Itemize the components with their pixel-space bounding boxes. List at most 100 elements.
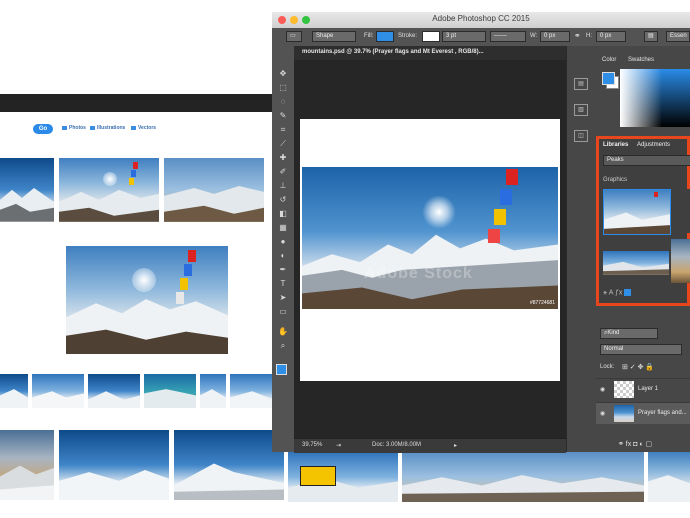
- lock-options-icons[interactable]: ⊞ ✓ ✥ 🔒: [622, 363, 654, 371]
- workspace-switcher[interactable]: Essen: [666, 31, 690, 42]
- result-thumbnail[interactable]: [0, 430, 54, 500]
- lasso-tool-icon[interactable]: ◌: [276, 96, 290, 107]
- library-select[interactable]: Peaks: [603, 155, 690, 166]
- layers-footer-icons[interactable]: ⚭ fx ◘ ◐ ▢: [618, 440, 652, 448]
- brush-tool-icon[interactable]: ✐: [276, 166, 290, 177]
- workspace-value: Essen: [670, 33, 687, 39]
- tab-libraries[interactable]: Libraries: [603, 142, 628, 148]
- blend-mode-select[interactable]: Normal: [600, 344, 682, 355]
- blur-tool-icon[interactable]: ●: [276, 236, 290, 247]
- color-asset-icon[interactable]: [624, 289, 632, 296]
- result-thumbnail[interactable]: [288, 452, 398, 502]
- document-tab-title: mountains.psd @ 39.7% (Prayer flags and …: [302, 49, 484, 55]
- result-thumbnail[interactable]: [144, 374, 196, 408]
- layer-name[interactable]: Layer 1: [638, 386, 658, 392]
- visibility-eye-icon[interactable]: ◉: [600, 410, 605, 417]
- layer-row[interactable]: ◉ Layer 1: [596, 378, 690, 400]
- properties-panel-icon[interactable]: ▥: [574, 104, 588, 116]
- history-brush-tool-icon[interactable]: ↺: [276, 194, 290, 205]
- result-thumbnail[interactable]: [648, 452, 690, 502]
- result-thumbnail[interactable]: [59, 430, 169, 500]
- eraser-tool-icon[interactable]: ◧: [276, 208, 290, 219]
- result-thumbnail[interactable]: [0, 374, 28, 408]
- result-thumbnail[interactable]: [402, 452, 644, 502]
- height-value: 0 px: [600, 33, 612, 39]
- zoom-tool-icon[interactable]: ⌕: [276, 340, 290, 351]
- link-icon[interactable]: ⚭: [574, 31, 581, 40]
- color-picker-field[interactable]: [620, 69, 690, 127]
- status-arrow-icon[interactable]: ▸: [454, 442, 457, 449]
- layer-filter-select[interactable]: ⌕Kind: [600, 328, 658, 339]
- prayer-flag: [188, 250, 196, 262]
- marquee-tool-icon[interactable]: ⬚: [276, 82, 290, 93]
- featured-thumbnail[interactable]: [66, 246, 228, 354]
- rectangle-tool-icon[interactable]: ▭: [276, 306, 290, 317]
- stroke-width-field[interactable]: 3 pt: [442, 31, 486, 42]
- result-thumbnail[interactable]: [0, 158, 54, 222]
- library-empty-slot: [671, 189, 690, 233]
- character-panel-icon[interactable]: ◫: [574, 130, 588, 142]
- document-image[interactable]: Adobe Stock #87724681: [302, 167, 558, 309]
- crop-tool-icon[interactable]: ⌗: [276, 124, 290, 135]
- height-field[interactable]: 0 px: [596, 31, 626, 42]
- library-graphic-item[interactable]: [671, 239, 690, 283]
- foreground-color-chip[interactable]: [602, 72, 615, 85]
- zoom-level[interactable]: 39.75%: [302, 442, 322, 448]
- prayer-flag: [500, 189, 512, 205]
- layer-row-selected[interactable]: ◉ Prayer flags and...: [596, 402, 690, 424]
- width-label: W:: [530, 33, 538, 39]
- sun-glare: [132, 268, 156, 292]
- status-menu-icon[interactable]: ⇥: [336, 442, 341, 449]
- dodge-tool-icon[interactable]: ◐: [276, 250, 290, 261]
- quick-select-tool-icon[interactable]: ✎: [276, 110, 290, 121]
- stroke-label: Stroke:: [398, 33, 418, 39]
- go-button[interactable]: Go: [33, 124, 53, 134]
- filter-photos[interactable]: Photos: [62, 125, 86, 131]
- filter-vectors[interactable]: Vectors: [131, 125, 156, 131]
- library-footer-icons[interactable]: ⚹ A ƒx: [603, 289, 632, 297]
- checkbox-icon: [131, 125, 136, 130]
- document-tab[interactable]: mountains.psd @ 39.7% (Prayer flags and …: [294, 46, 566, 60]
- result-thumbnail[interactable]: [88, 374, 140, 408]
- prayer-flag: [654, 192, 658, 197]
- fill-swatch[interactable]: [376, 31, 394, 42]
- tab-adjustments[interactable]: Adjustments: [637, 142, 670, 148]
- stroke-swatch[interactable]: [422, 31, 440, 42]
- path-operations-icon[interactable]: ▤: [644, 31, 658, 42]
- signpost: [300, 466, 336, 486]
- history-panel-icon[interactable]: ▤: [574, 78, 588, 90]
- hand-tool-icon[interactable]: ✋: [276, 326, 290, 337]
- result-thumbnail[interactable]: [59, 158, 159, 222]
- result-thumbnail[interactable]: [200, 374, 226, 408]
- library-graphic-item[interactable]: [603, 189, 671, 235]
- tab-color[interactable]: Color: [602, 57, 616, 63]
- tab-swatches[interactable]: Swatches: [628, 57, 654, 63]
- move-tool-icon[interactable]: ✥: [276, 68, 290, 79]
- tool-preset-picker[interactable]: ▭: [286, 31, 302, 42]
- library-graphic-item[interactable]: [603, 251, 669, 275]
- path-selection-tool-icon[interactable]: ➤: [276, 292, 290, 303]
- layer-name[interactable]: Prayer flags and...: [638, 410, 687, 416]
- pen-tool-icon[interactable]: ✒: [276, 264, 290, 275]
- filter-illustrations[interactable]: Illustrations: [90, 125, 125, 131]
- gradient-tool-icon[interactable]: ▦: [276, 222, 290, 233]
- result-thumbnail[interactable]: [230, 374, 274, 408]
- prayer-flag: [133, 162, 138, 169]
- status-bar: 39.75% ⇥ Doc: 3.00M/8.00M ▸: [294, 438, 566, 453]
- eyedropper-tool-icon[interactable]: ⟋: [276, 138, 290, 149]
- panels-column: Color Swatches Libraries Adjustments Pea…: [596, 46, 690, 452]
- foreground-color-swatch[interactable]: [276, 364, 287, 375]
- result-thumbnail[interactable]: [32, 374, 84, 408]
- result-thumbnail[interactable]: [174, 430, 284, 500]
- stroke-type-select[interactable]: ───: [490, 31, 526, 42]
- healing-brush-tool-icon[interactable]: ✚: [276, 152, 290, 163]
- title-bar[interactable]: Adobe Photoshop CC 2015: [272, 12, 690, 28]
- width-field[interactable]: 0 px: [540, 31, 570, 42]
- tools-panel: ✥ ⬚ ◌ ✎ ⌗ ⟋ ✚ ✐ ⊥ ↺ ◧ ▦ ● ◐ ✒ T ➤ ▭ ✋ ⌕: [272, 46, 295, 452]
- filter-vectors-label: Vectors: [138, 125, 157, 131]
- clone-stamp-tool-icon[interactable]: ⊥: [276, 180, 290, 191]
- result-thumbnail[interactable]: [164, 158, 264, 222]
- type-tool-icon[interactable]: T: [276, 278, 290, 289]
- shape-mode-select[interactable]: Shape: [312, 31, 356, 42]
- visibility-eye-icon[interactable]: ◉: [600, 386, 605, 393]
